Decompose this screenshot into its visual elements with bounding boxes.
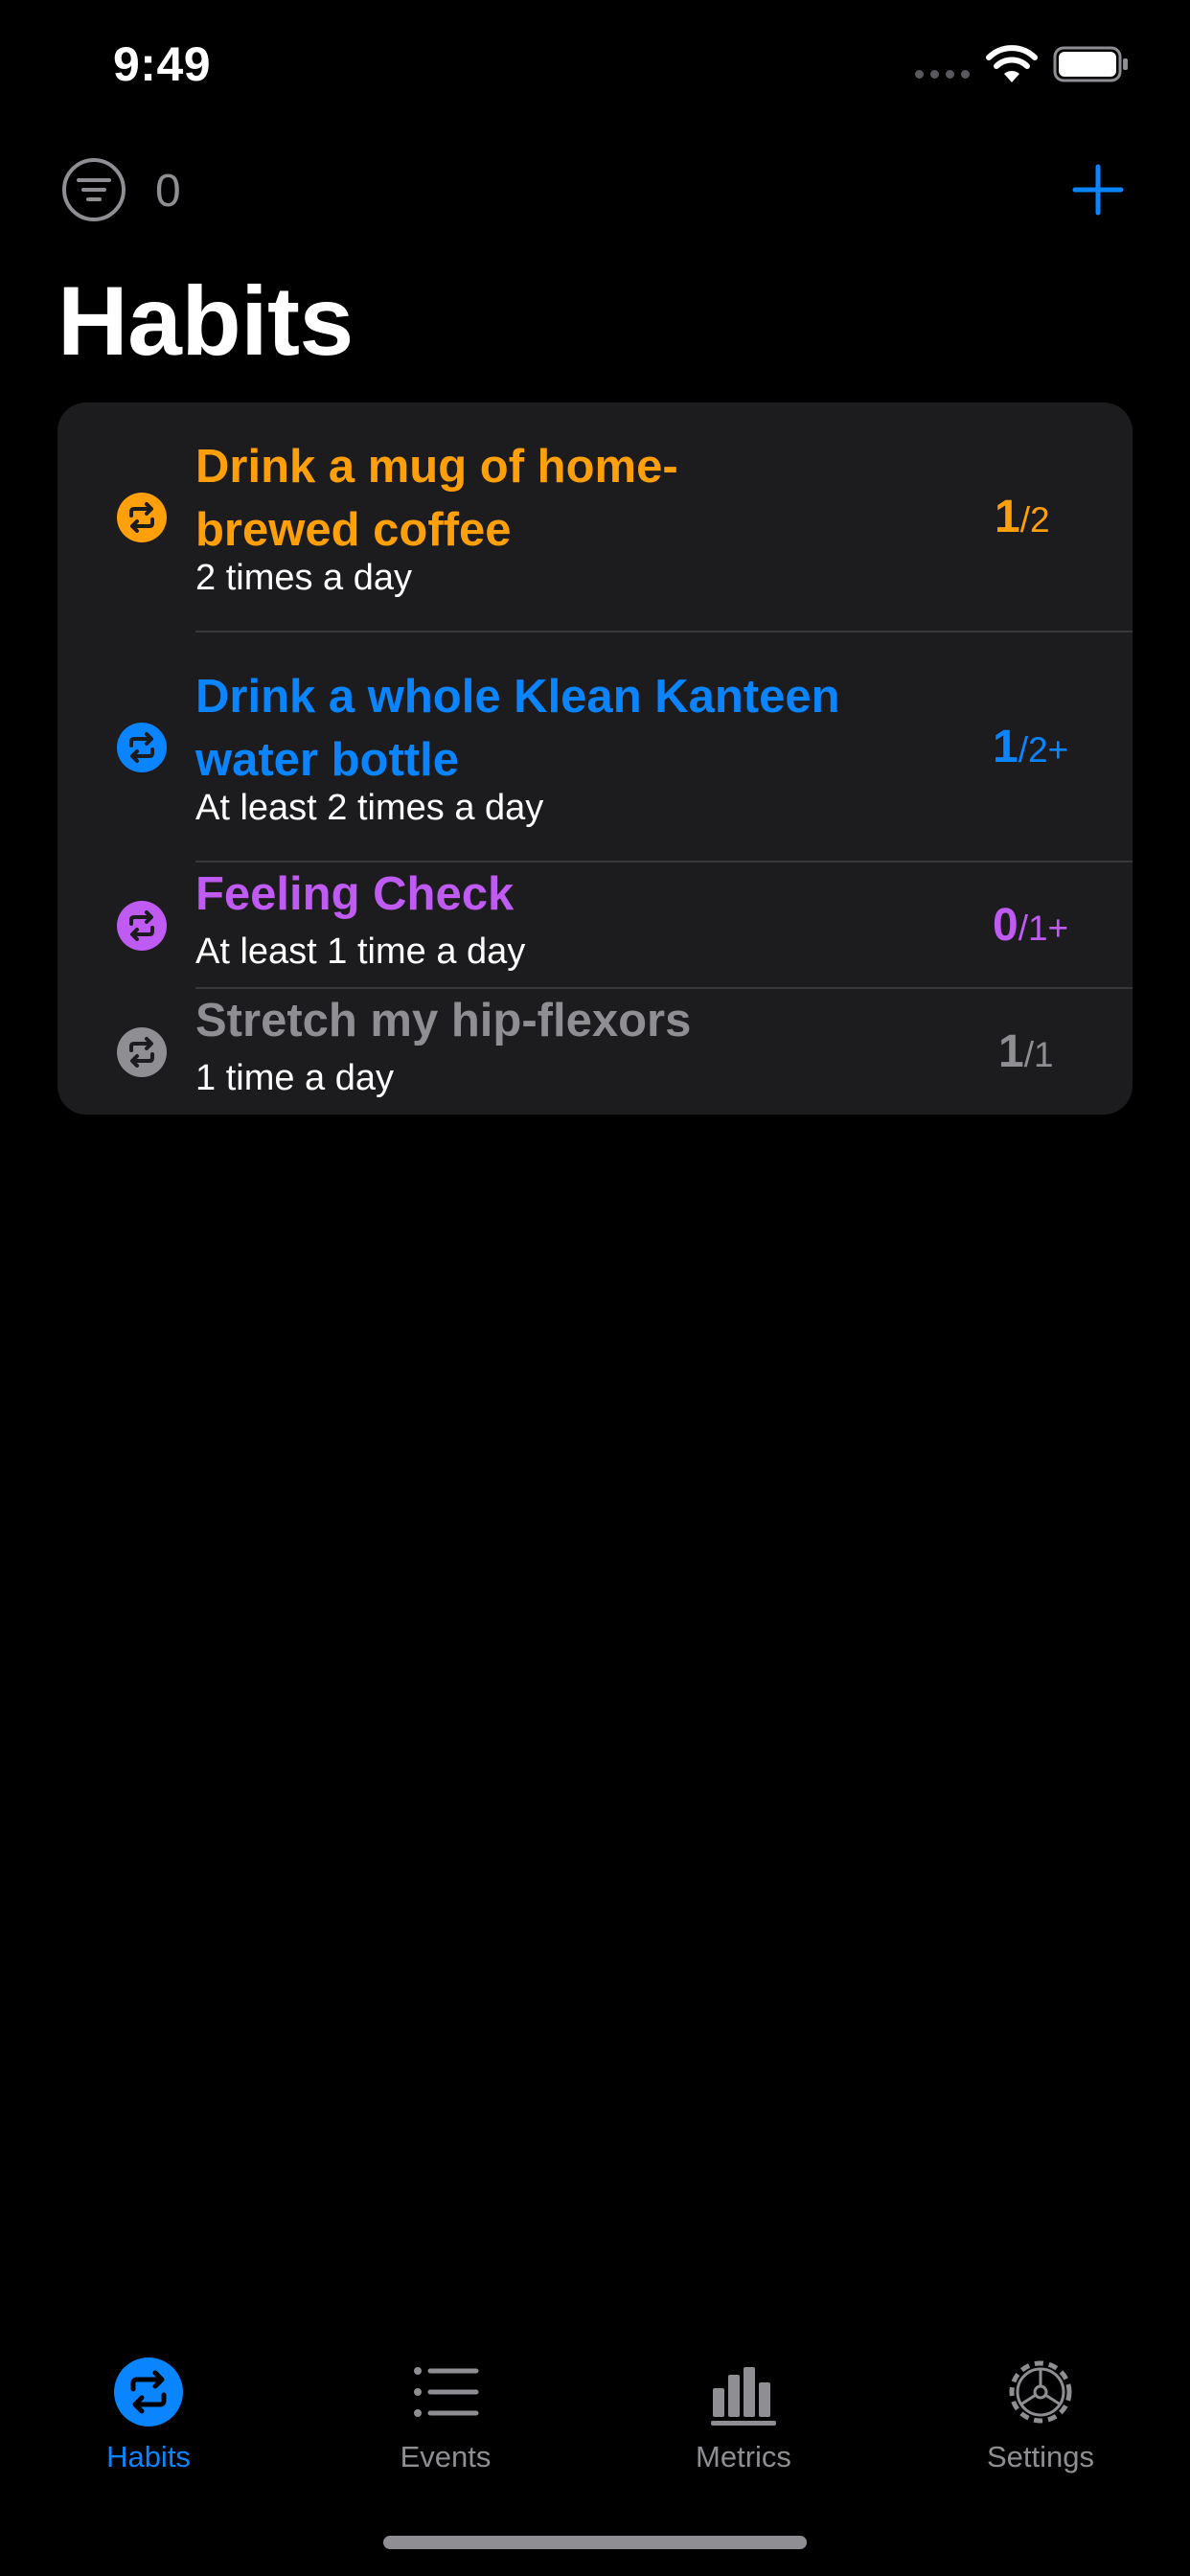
habit-progress-target: /1+ [1018, 908, 1069, 948]
page-title: Habits [57, 266, 354, 376]
habit-frequency: At least 2 times a day [195, 788, 544, 828]
habit-progress: 1/2 [995, 489, 1050, 557]
gear-icon [1009, 2360, 1072, 2424]
habit-title-line1: Drink a whole Klean Kanteen [195, 671, 840, 723]
tab-settings[interactable]: Settings [926, 2348, 1156, 2482]
repeat-circle-icon [117, 901, 167, 951]
tab-label: Events [400, 2440, 492, 2473]
habit-title: Stretch my hip-flexors [195, 995, 692, 1046]
habit-row-stretch[interactable]: Stretch my hip-flexors 1 time a day 1/1 [57, 989, 1133, 1115]
wifi-icon [986, 45, 1038, 82]
filter-lines-icon[interactable] [61, 157, 126, 222]
filter-count: 0 [155, 166, 181, 217]
plus-icon[interactable] [1071, 163, 1125, 217]
tab-metrics[interactable]: Metrics [629, 2348, 858, 2482]
habit-frequency: 2 times a day [195, 558, 412, 598]
tab-events[interactable]: Events [331, 2348, 561, 2482]
habit-title: Feeling Check [195, 868, 515, 920]
status-time: 9:49 [113, 37, 212, 91]
habit-title-line1: Drink a mug of home- [195, 441, 678, 493]
habit-progress-done: 1 [998, 1026, 1024, 1077]
battery-icon [1053, 46, 1128, 82]
habit-progress-target: /2+ [1018, 730, 1069, 770]
repeat-circle-icon [117, 1027, 167, 1077]
repeat-circle-icon [117, 723, 167, 772]
habit-progress-done: 0 [993, 900, 1018, 951]
repeat-circle-icon [117, 493, 167, 542]
habit-frequency: 1 time a day [195, 1058, 394, 1098]
habit-row-coffee[interactable]: Drink a mug of home- brewed coffee 2 tim… [57, 402, 1133, 632]
habit-frequency: At least 1 time a day [195, 932, 526, 972]
habit-progress-target: /2 [1019, 500, 1050, 540]
cellular-signal-icon [915, 70, 970, 79]
habit-progress-done: 1 [995, 492, 1020, 542]
habit-progress-target: /1 [1023, 1035, 1054, 1074]
tab-label: Settings [986, 2440, 1094, 2473]
habit-row-feeling-check[interactable]: Feeling Check At least 1 time a day 0/1+ [57, 862, 1133, 989]
tab-habits[interactable]: Habits [34, 2348, 263, 2482]
home-indicator[interactable] [383, 2536, 807, 2549]
list-icon [414, 2367, 479, 2417]
habits-list: Drink a mug of home- brewed coffee 2 tim… [57, 402, 1133, 1115]
habit-progress: 0/1+ [993, 897, 1068, 965]
habit-row-water[interactable]: Drink a whole Klean Kanteen water bottle… [57, 632, 1133, 862]
habit-progress: 1/2+ [993, 719, 1068, 787]
habit-progress-done: 1 [993, 722, 1018, 772]
habit-progress: 1/1 [998, 1024, 1054, 1092]
tab-label: Metrics [696, 2440, 791, 2473]
bar-chart-icon [711, 2367, 776, 2426]
habit-title-line2: water bottle [195, 734, 459, 786]
tab-label: Habits [106, 2440, 191, 2473]
habit-title-line2: brewed coffee [195, 504, 512, 556]
repeat-circle-icon [114, 2358, 183, 2426]
